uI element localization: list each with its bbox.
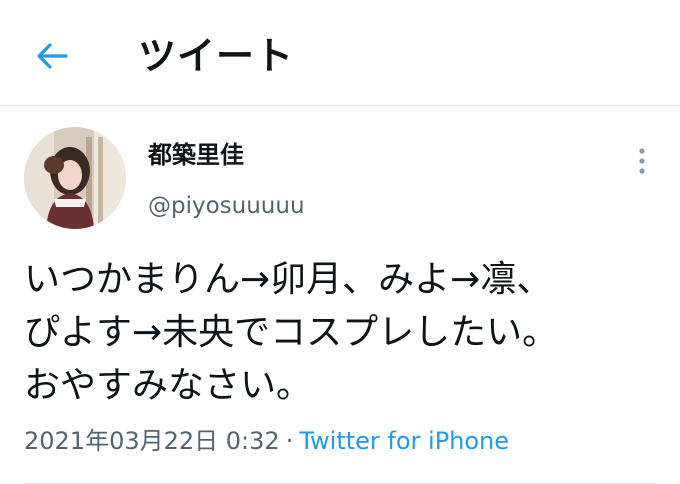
avatar[interactable]	[24, 127, 126, 229]
tweet-text-line: ぴよす→未央でコスプレしたい。	[24, 312, 559, 353]
tweet-detail-screen: ツイート 都築里佳 @piyosuuuuu いつかまりん→卯月、みよ→凛、 ぴよ…	[0, 0, 680, 484]
top-app-bar: ツイート	[0, 0, 680, 106]
page-title: ツイート	[138, 34, 295, 78]
avatar-photo	[24, 127, 126, 229]
back-button[interactable]	[24, 28, 80, 84]
more-options-button[interactable]	[626, 143, 658, 179]
tweet-text-line: いつかまりん→卯月、みよ→凛、	[24, 259, 553, 300]
tweet-timestamp[interactable]: 2021年03月22日 0:32	[24, 427, 280, 455]
author-display-name[interactable]: 都築里佳	[148, 138, 244, 172]
tweet-meta: 2021年03月22日 0:32 · Twitter for iPhone	[24, 424, 509, 458]
meta-separator: ·	[285, 427, 294, 455]
author-handle[interactable]: @piyosuuuuu	[148, 189, 305, 223]
back-arrow-icon	[37, 43, 68, 69]
tweet-text: いつかまりん→卯月、みよ→凛、 ぴよす→未央でコスプレしたい。 おやすみなさい。	[24, 253, 664, 412]
tweet-text-line: おやすみなさい。	[24, 365, 313, 406]
more-vertical-icon	[639, 148, 645, 174]
tweet-source-link[interactable]: Twitter for iPhone	[299, 427, 509, 455]
